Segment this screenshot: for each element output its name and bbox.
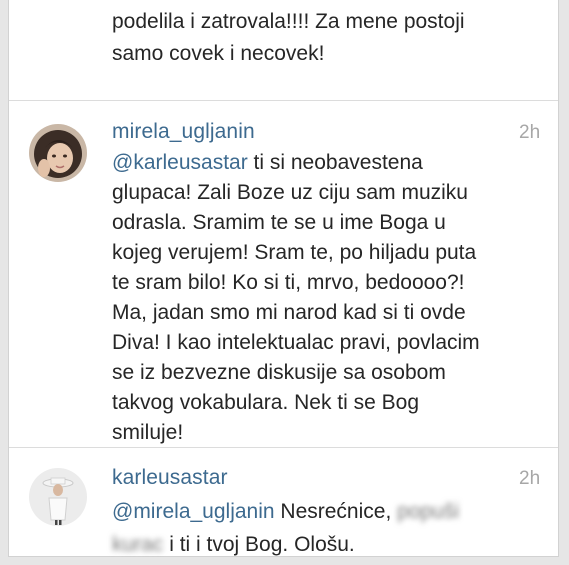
comment-body: @karleusastar ti si neobavestena glupaca…: [112, 148, 552, 448]
mention-link[interactable]: @karleusastar: [112, 151, 248, 174]
username-mirela[interactable]: mirela_ugljanin: [112, 120, 255, 144]
comments-card: podelila i zatrovala!!!! Za mene postoji…: [8, 0, 559, 557]
comment-line: @karleusastar ti si neobavestena: [112, 151, 423, 174]
comment-time: 2h: [519, 122, 541, 143]
comment-line: odrasla. Sramim te se u ime Boga u: [112, 211, 446, 234]
avatar-karleusastar[interactable]: [29, 468, 87, 526]
comment-line: te sram bilo! Ko si ti, mrvo, bedoooo?!: [112, 271, 465, 294]
comment-line: Diva! I kao intelektualac pravi, povlaci…: [112, 331, 480, 354]
avatar-image: [29, 124, 87, 182]
comment-body: @mirela_ugljanin Nesrećnice, popuši kura…: [112, 495, 552, 561]
comment-line: se iz bezvezne diskusije sa osobom: [112, 361, 446, 384]
comment-line: podelila i zatrovala!!!! Za mene postoji: [112, 10, 465, 33]
comment-line: kurac i ti i tvoj Bog. Ološu.: [112, 533, 355, 556]
comment-line: takvog vokabulara. Nek ti se Bog: [112, 391, 420, 414]
previous-comment: podelila i zatrovala!!!! Za mene postoji…: [112, 6, 542, 70]
comment-line: glupaca! Zali Boze uz ciju sam muziku: [112, 181, 468, 204]
comment-line: Ma, jadan smo mi narod kad si ti ovde: [112, 301, 466, 324]
censored-word: kurac: [112, 533, 164, 556]
mention-link[interactable]: @mirela_ugljanin: [112, 500, 275, 523]
comment-time: 2h: [519, 468, 541, 489]
divider: [9, 447, 558, 448]
divider: [9, 100, 558, 101]
censored-word: popuši: [397, 500, 460, 523]
comment-line: smiluje!: [112, 421, 184, 444]
username-karleusastar[interactable]: karleusastar: [112, 466, 228, 490]
avatar-mirela[interactable]: [29, 124, 87, 182]
comment-line: kojeg verujem! Sram te, po hiljadu puta: [112, 241, 477, 264]
comment-line: samo covek i necovek!: [112, 42, 325, 65]
avatar-image: [29, 468, 87, 526]
comment-line: @mirela_ugljanin Nesrećnice, popuši: [112, 500, 460, 523]
